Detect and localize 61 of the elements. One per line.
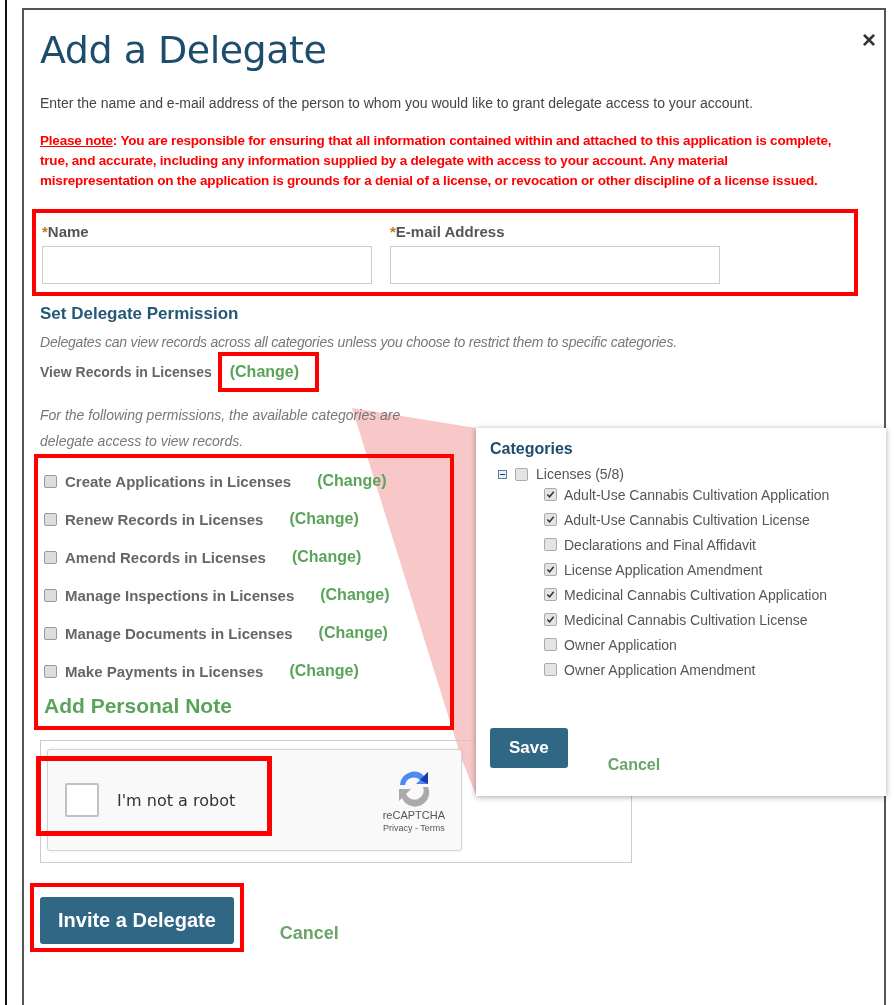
field-label: *E-mail Address	[390, 223, 506, 240]
category-label: Owner Application Amendment	[564, 661, 756, 678]
checkbox[interactable]	[44, 626, 57, 640]
collapse-icon[interactable]	[498, 469, 507, 479]
checkbox[interactable]	[515, 467, 528, 481]
permission-label: Renew Records in Licenses	[65, 510, 264, 528]
permission-label: Amend Records in Licenses	[65, 548, 266, 566]
captcha-brand: reCAPTCHA	[382, 809, 445, 821]
checkbox[interactable]	[544, 563, 557, 576]
input-field[interactable]	[42, 246, 372, 284]
category-label: Adult-Use Cannabis Cultivation License	[564, 511, 810, 528]
intro-text: Enter the name and e-mail address of the person to whom you would like to grant delegate access to your account.	[40, 94, 754, 113]
category-label: License Application Amendment	[564, 561, 763, 578]
change-link[interactable]: (Change)	[291, 548, 362, 566]
hint-text: Delegates can view records across all categories unless you choose to restrict them to specific categories.	[40, 334, 678, 350]
category-label: Owner Application	[564, 636, 677, 653]
warning-text: Please note: You are responsible for ensuring that all information contained within and attached to this application is complete, true, and accurate, including any information supplied by a delegate with access to your account. Any material misrepresentation on the application is grounds for a denial of a license, or revocation or other discipline of a license issued.	[40, 132, 833, 190]
category-label: Declarations and Final Affidavit	[564, 536, 756, 553]
input-field[interactable]	[390, 246, 720, 284]
permission-label: Manage Documents in Licenses	[65, 624, 293, 642]
hint-text: For the following permissions, the available categories are	[40, 406, 401, 425]
dialog-title: Add a Delegate	[40, 28, 327, 72]
permission-label: Manage Inspections in Licenses	[65, 586, 295, 604]
captcha-label: I'm not a robot	[117, 790, 236, 810]
add-note-link[interactable]: Add Personal Note	[44, 694, 444, 718]
popup-title: Categories	[490, 440, 574, 458]
checkbox[interactable]	[544, 488, 557, 501]
checkbox[interactable]	[44, 550, 57, 564]
captcha-checkbox[interactable]	[65, 783, 99, 817]
hint-text: delegate access to view records.	[40, 432, 244, 451]
checkbox[interactable]	[544, 538, 557, 551]
save-button[interactable]: Save	[490, 728, 568, 768]
change-link[interactable]: (Change)	[317, 472, 387, 490]
checkbox[interactable]	[544, 513, 557, 526]
checkbox[interactable]	[44, 664, 57, 678]
change-link[interactable]: (Change)	[229, 363, 300, 380]
checkbox[interactable]	[44, 588, 57, 602]
section-heading: Set Delegate Permission	[40, 304, 240, 324]
permission-label: Create Applications in Licenses	[65, 472, 292, 490]
invite-button[interactable]: Invite a Delegate	[40, 897, 234, 944]
field-label: *Name	[42, 223, 90, 240]
captcha-links[interactable]: Privacy - Terms	[382, 823, 445, 833]
change-link[interactable]: (Change)	[289, 662, 359, 680]
change-link[interactable]: (Change)	[318, 624, 388, 642]
checkbox[interactable]	[544, 638, 557, 651]
change-link[interactable]: (Change)	[320, 586, 390, 604]
cancel-link[interactable]: Cancel	[607, 756, 661, 774]
category-label: Medicinal Cannabis Cultivation License	[564, 611, 808, 628]
permission-label: Make Payments in Licenses	[65, 662, 264, 680]
checkbox[interactable]	[44, 512, 57, 526]
change-link[interactable]: (Change)	[289, 510, 359, 528]
category-label: Licenses (5/8)	[536, 466, 624, 482]
checkbox[interactable]	[544, 663, 557, 676]
category-label: Adult-Use Cannabis Cultivation Application	[564, 486, 830, 503]
cancel-link[interactable]: Cancel	[279, 923, 339, 944]
checkbox[interactable]	[544, 613, 557, 626]
category-label: Medicinal Cannabis Cultivation Application	[564, 586, 828, 603]
checkbox[interactable]	[44, 474, 57, 488]
permission-label: View Records in Licenses	[40, 364, 212, 380]
checkbox[interactable]	[544, 588, 557, 601]
close-button[interactable]: ×	[862, 28, 876, 52]
